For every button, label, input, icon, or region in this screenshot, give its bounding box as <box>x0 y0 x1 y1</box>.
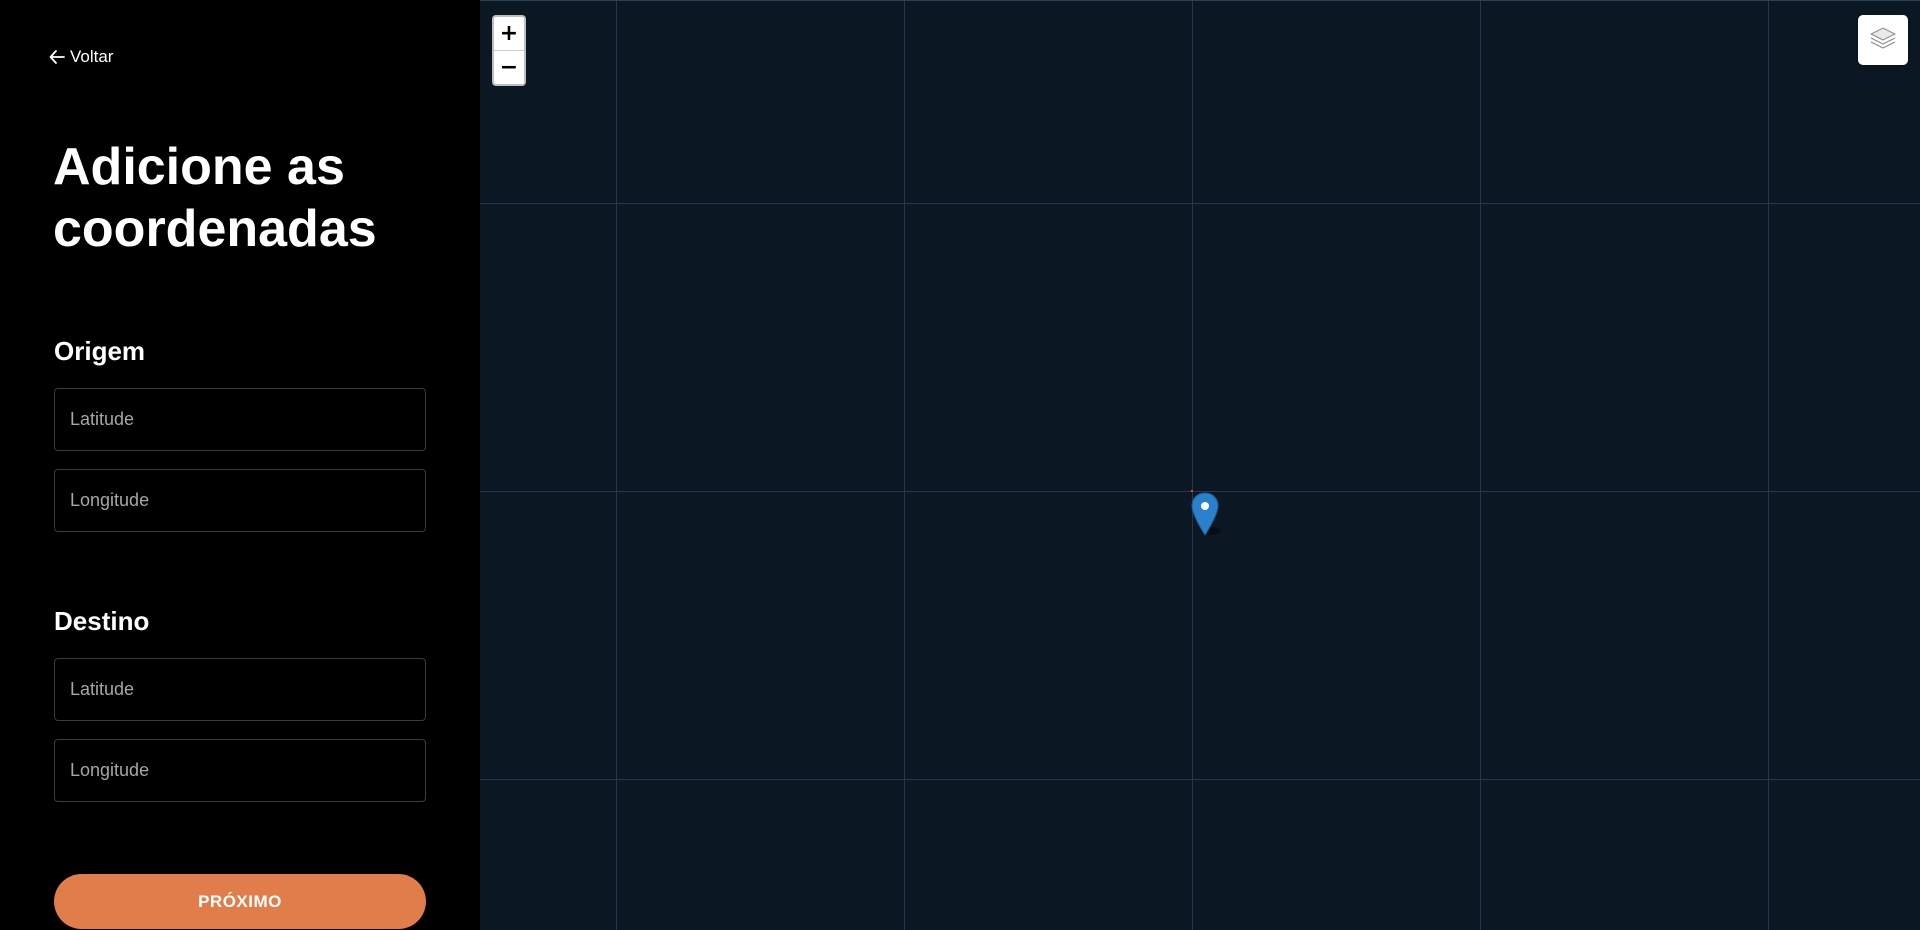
map-grid-line <box>480 203 1920 204</box>
origin-longitude-input[interactable] <box>54 469 426 532</box>
map-grid-line <box>616 1 617 930</box>
destination-heading: Destino <box>54 606 150 636</box>
back-link[interactable]: Voltar <box>48 47 113 67</box>
arrow-left-icon <box>48 48 66 66</box>
map-grid-line <box>1192 1 1193 930</box>
map-view[interactable]: + − <box>480 0 1920 930</box>
zoom-control: + − <box>492 15 526 86</box>
origin-heading: Origem <box>54 336 146 366</box>
origin-latitude-input[interactable] <box>54 388 426 451</box>
layers-button[interactable] <box>1858 15 1908 65</box>
coordinates-sidebar: Voltar Adicione as coordenadas Origem De… <box>0 0 480 930</box>
zoom-out-button[interactable]: − <box>494 51 524 84</box>
map-grid-line <box>480 779 1920 780</box>
next-button[interactable]: PRÓXIMO <box>54 874 426 929</box>
destination-latitude-input[interactable] <box>54 658 426 721</box>
page-title: Adicione as coordenadas <box>53 138 377 258</box>
map-grid-line <box>1480 1 1481 930</box>
map-pin-icon <box>1191 492 1225 547</box>
map-marker[interactable] <box>1191 491 1221 541</box>
map-grid-line <box>904 1 905 930</box>
map-grid-line <box>1768 1 1769 930</box>
back-link-label: Voltar <box>70 47 114 66</box>
app-root: Voltar Adicione as coordenadas Origem De… <box>0 0 1920 930</box>
layers-icon <box>1868 23 1898 58</box>
zoom-in-button[interactable]: + <box>494 17 524 51</box>
destination-longitude-input[interactable] <box>54 739 426 802</box>
